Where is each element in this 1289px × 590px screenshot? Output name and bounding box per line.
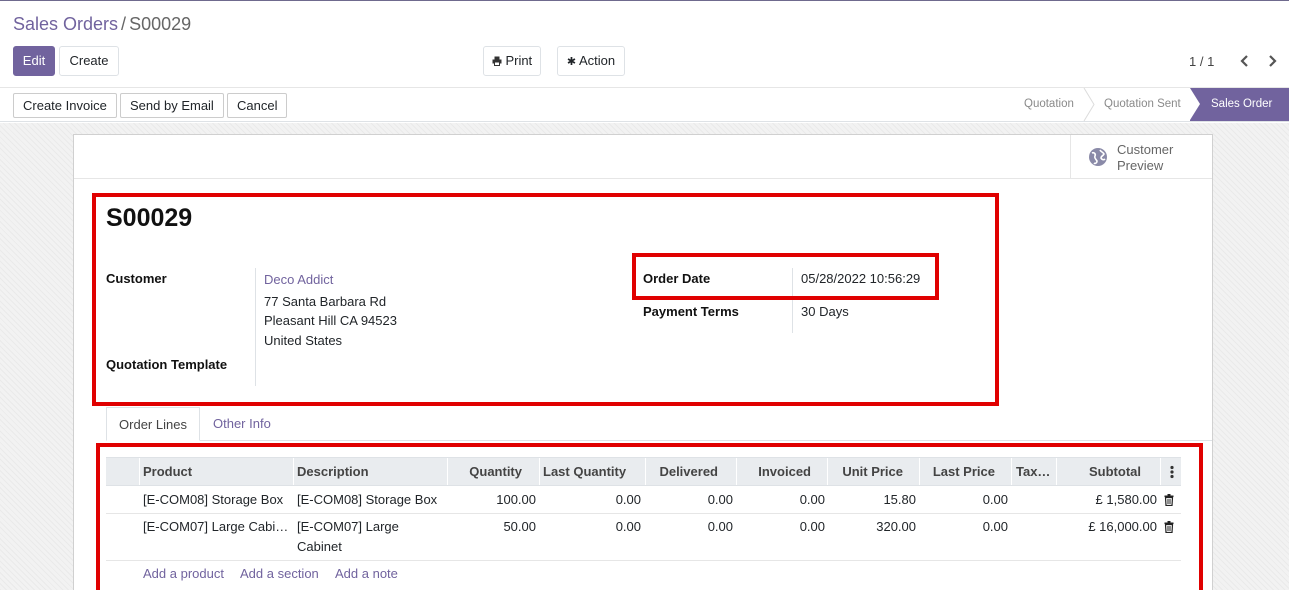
address-line: Pleasant Hill CA 94523 bbox=[264, 313, 397, 328]
field-divider bbox=[792, 268, 793, 333]
stage-sales-order[interactable]: Sales Order bbox=[1190, 88, 1289, 121]
order-title: S00029 bbox=[106, 204, 193, 232]
column-invoiced[interactable]: Invoiced bbox=[736, 458, 811, 485]
column-separator bbox=[1160, 458, 1161, 485]
optional-columns-icon[interactable] bbox=[1170, 465, 1174, 479]
print-icon bbox=[492, 56, 502, 66]
status-bar: Create Invoice Send by Email Cancel Quot… bbox=[0, 87, 1289, 122]
order-lines-header: Product Description Quantity Last Quanti… bbox=[106, 457, 1181, 486]
action-button[interactable]: ✱ Action bbox=[557, 46, 625, 76]
column-last-quantity[interactable]: Last Quantity bbox=[543, 458, 643, 485]
form-sheet: Customer Preview S00029 Customer Deco Ad… bbox=[73, 134, 1213, 590]
form-background: Customer Preview S00029 Customer Deco Ad… bbox=[0, 123, 1289, 590]
customer-preview-line1: Customer bbox=[1117, 142, 1174, 157]
control-panel: Sales Orders / S00029 Edit Create Print ✱ … bbox=[0, 1, 1289, 87]
column-unit-price[interactable]: Unit Price bbox=[827, 458, 903, 485]
row-invoiced: 0.00 bbox=[799, 492, 825, 507]
quotation-template-label: Quotation Template bbox=[106, 357, 228, 372]
column-subtotal[interactable]: Subtotal bbox=[1056, 458, 1141, 485]
create-invoice-button[interactable]: Create Invoice bbox=[13, 93, 117, 118]
column-separator bbox=[539, 458, 540, 485]
trash-icon[interactable] bbox=[1164, 521, 1174, 533]
row-last-price: 0.00 bbox=[982, 492, 1008, 507]
row-description[interactable]: [E-COM08] Storage Box bbox=[297, 490, 437, 510]
tab-other-info[interactable]: Other Info bbox=[213, 407, 271, 441]
edit-button[interactable]: Edit bbox=[13, 46, 55, 76]
column-separator bbox=[293, 458, 294, 485]
column-separator bbox=[1011, 458, 1012, 485]
row-invoiced: 0.00 bbox=[799, 519, 825, 534]
row-product[interactable]: [E-COM07] Large Cabi… bbox=[143, 517, 293, 537]
print-label: Print bbox=[505, 53, 533, 68]
chevron-right-icon[interactable] bbox=[1267, 55, 1277, 67]
field-divider bbox=[255, 268, 256, 386]
customer-label: Customer bbox=[106, 271, 167, 286]
stage-arrow-icon bbox=[1083, 88, 1095, 121]
customer-preview-line2: Preview bbox=[1117, 158, 1164, 173]
row-delivered: 0.00 bbox=[707, 492, 733, 507]
row-last-quantity: 0.00 bbox=[615, 492, 641, 507]
add-section-link[interactable]: Add a section bbox=[240, 566, 319, 581]
add-note-link[interactable]: Add a note bbox=[335, 566, 398, 581]
address-line: 77 Santa Barbara Rd bbox=[264, 294, 387, 309]
row-product[interactable]: [E-COM08] Storage Box bbox=[143, 490, 293, 510]
breadcrumb: Sales Orders / S00029 bbox=[13, 14, 191, 35]
row-quantity[interactable]: 50.00 bbox=[447, 517, 536, 537]
print-button[interactable]: Print bbox=[483, 46, 541, 76]
order-date-value: 05/28/2022 10:56:29 bbox=[801, 271, 921, 286]
send-by-email-button[interactable]: Send by Email bbox=[120, 93, 224, 118]
row-last-price: 0.00 bbox=[982, 519, 1008, 534]
column-taxes[interactable]: Tax… bbox=[1016, 458, 1056, 485]
globe-icon bbox=[1089, 148, 1107, 166]
trash-icon[interactable] bbox=[1164, 494, 1174, 506]
action-label: Action bbox=[578, 53, 616, 68]
row-delivered: 0.00 bbox=[707, 519, 733, 534]
row-quantity[interactable]: 100.00 bbox=[447, 490, 536, 510]
customer-preview-label: Customer Preview bbox=[1117, 142, 1173, 174]
address-line: United States bbox=[264, 333, 343, 348]
breadcrumb-current: S00029 bbox=[129, 14, 192, 34]
column-product[interactable]: Product bbox=[143, 458, 293, 485]
stage-quotation-sent[interactable]: Quotation Sent bbox=[1104, 88, 1181, 121]
row-description-continued[interactable]: Cabinet bbox=[297, 537, 342, 557]
row-subtotal: £ 16,000.00 bbox=[1088, 519, 1157, 534]
chevron-left-icon[interactable] bbox=[1240, 55, 1250, 67]
gear-icon: ✱ bbox=[566, 56, 577, 68]
customer-preview-button[interactable]: Customer Preview bbox=[1070, 135, 1212, 179]
column-delivered[interactable]: Delivered bbox=[645, 458, 718, 485]
row-unit-price[interactable]: 320.00 bbox=[827, 517, 916, 537]
row-description[interactable]: [E-COM07] Large bbox=[297, 517, 399, 537]
order-date-label: Order Date bbox=[643, 271, 711, 286]
column-quantity[interactable]: Quantity bbox=[447, 458, 522, 485]
create-button[interactable]: Create bbox=[59, 46, 119, 76]
add-product-link[interactable]: Add a product bbox=[143, 566, 224, 581]
table-row[interactable]: [E-COM07] Large Cabi… [E-COM07] Large Ca… bbox=[106, 514, 1181, 561]
customer-link[interactable]: Deco Addict bbox=[264, 272, 333, 287]
payment-terms-label: Payment Terms bbox=[643, 304, 739, 319]
column-last-price[interactable]: Last Price bbox=[919, 458, 995, 485]
stage-quotation[interactable]: Quotation bbox=[1024, 88, 1074, 121]
tab-divider bbox=[106, 440, 1212, 441]
button-box: Customer Preview bbox=[74, 135, 1212, 179]
table-row[interactable]: [E-COM08] Storage Box [E-COM08] Storage … bbox=[106, 486, 1181, 514]
cancel-button[interactable]: Cancel bbox=[227, 93, 288, 118]
tab-order-lines[interactable]: Order Lines bbox=[106, 407, 200, 441]
breadcrumb-separator: / bbox=[121, 14, 127, 34]
breadcrumb-sales-orders[interactable]: Sales Orders bbox=[13, 14, 118, 34]
column-description[interactable]: Description bbox=[297, 458, 447, 485]
row-unit-price[interactable]: 15.80 bbox=[827, 490, 916, 510]
row-last-quantity: 0.00 bbox=[615, 519, 641, 534]
column-separator bbox=[139, 458, 140, 485]
pager-value[interactable]: 1 / 1 bbox=[1189, 54, 1214, 69]
payment-terms-value: 30 Days bbox=[801, 304, 849, 319]
row-subtotal: £ 1,580.00 bbox=[1095, 492, 1157, 507]
